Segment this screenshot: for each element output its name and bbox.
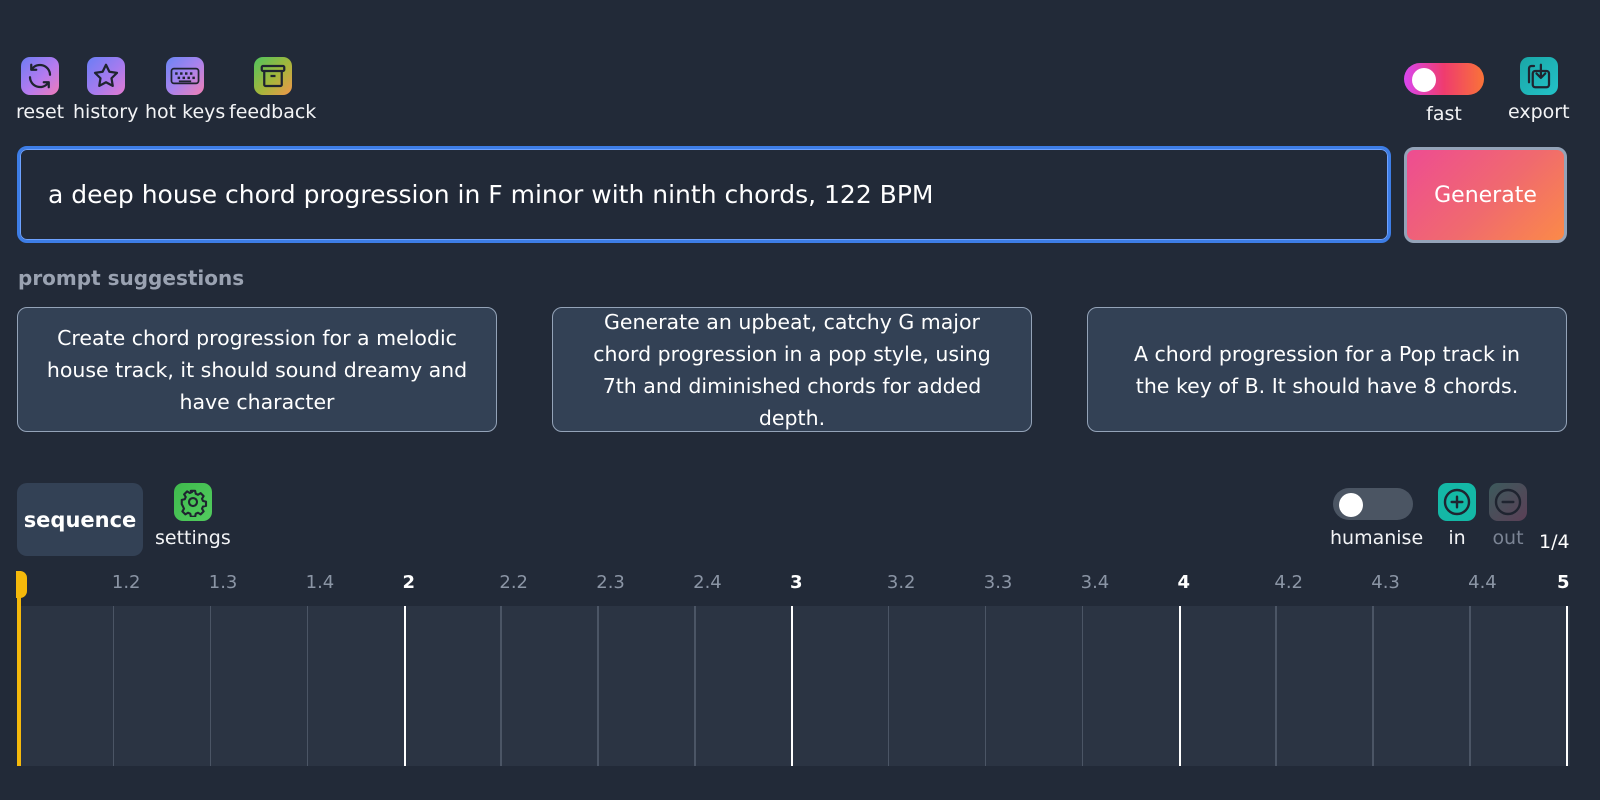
timeline-tick-label: 4.3 xyxy=(1371,572,1400,593)
timeline-tick-label: 2.2 xyxy=(499,572,529,593)
humanise-label: humanise xyxy=(1330,527,1424,549)
timeline-tick-label: 2.3 xyxy=(596,572,625,593)
keyboard-icon xyxy=(166,57,205,95)
feedback-label: feedback xyxy=(229,101,317,123)
grid-line xyxy=(984,606,987,766)
grid-line xyxy=(694,606,696,766)
hotkeys-label: hot keys xyxy=(145,101,226,123)
grid-line xyxy=(791,606,793,766)
timeline-ruler: 1.2 1.3 1.4 2 2.2 2.3 2.4 3 3.2 3.3 3.4 4 4.2 4.3 4.4 5 xyxy=(17,566,1570,606)
zoom-out-label: out xyxy=(1492,527,1524,549)
sequence-grid[interactable] xyxy=(17,606,1570,766)
archive-icon xyxy=(253,57,292,95)
history-button[interactable]: history xyxy=(73,57,138,123)
tab-sequence[interactable]: sequence xyxy=(17,483,143,556)
settings-label: settings xyxy=(155,527,231,549)
star-icon xyxy=(86,57,125,95)
timeline-tick-label: 4 xyxy=(1177,572,1191,593)
grid-line xyxy=(597,606,599,766)
download-icon xyxy=(1519,57,1558,95)
grid-resolution: 1/4 xyxy=(1539,531,1570,553)
timeline-tick-label: 1.2 xyxy=(111,572,141,593)
gear-icon xyxy=(173,483,212,521)
zoom-in-label: in xyxy=(1448,527,1466,549)
timeline-tick-label: 2.4 xyxy=(693,572,722,593)
reset-button[interactable]: reset xyxy=(16,57,64,123)
grid-line xyxy=(1469,606,1471,766)
plus-circle-icon xyxy=(1438,483,1476,521)
timeline-tick-label: 3 xyxy=(790,572,803,593)
settings-button[interactable]: settings xyxy=(155,483,231,549)
grid-line xyxy=(112,606,115,766)
timeline-tick-label: 1.4 xyxy=(305,572,335,593)
timeline-tick-label: 3.3 xyxy=(983,572,1013,593)
fast-toggle[interactable] xyxy=(1404,63,1484,95)
toggle-knob xyxy=(1412,68,1436,92)
reset-label: reset xyxy=(16,101,65,123)
toggle-knob xyxy=(1339,493,1363,517)
export-label: export xyxy=(1508,101,1570,123)
humanise-toggle[interactable] xyxy=(1333,488,1413,520)
hotkeys-button[interactable]: hot keys xyxy=(145,57,225,123)
grid-line xyxy=(1275,606,1277,766)
prompt-field[interactable] xyxy=(17,146,1391,243)
grid-line xyxy=(1566,606,1568,766)
prompt-suggestions-title: prompt suggestions xyxy=(18,266,245,290)
playhead-handle[interactable] xyxy=(16,571,27,598)
grid-line xyxy=(209,606,212,766)
grid-line xyxy=(1178,606,1181,766)
suggestion-card[interactable]: Create chord progression for a melodic h… xyxy=(17,307,497,432)
timeline-tick-label: 3.4 xyxy=(1080,572,1110,593)
refresh-icon xyxy=(21,57,60,95)
fast-toggle-control[interactable]: fast xyxy=(1404,63,1484,125)
grid-line xyxy=(403,606,406,766)
timeline-tick-label: 1.3 xyxy=(208,572,238,593)
timeline-tick-label: 4.4 xyxy=(1468,572,1497,593)
grid-line xyxy=(306,606,309,766)
zoom-in-button[interactable]: in xyxy=(1438,483,1476,549)
grid-line xyxy=(1081,606,1084,766)
timeline-tick-label: 3.2 xyxy=(886,572,916,593)
suggestion-card[interactable]: Generate an upbeat, catchy G major chord… xyxy=(552,307,1032,432)
playhead[interactable] xyxy=(17,571,21,766)
suggestion-card[interactable]: A chord progression for a Pop track in t… xyxy=(1087,307,1567,432)
prompt-input[interactable] xyxy=(48,180,1388,209)
export-button[interactable]: export xyxy=(1508,57,1570,123)
zoom-out-button[interactable]: out xyxy=(1489,483,1527,549)
generate-button[interactable]: Generate xyxy=(1404,147,1567,243)
fast-label: fast xyxy=(1426,103,1462,125)
timeline-tick-label: 2 xyxy=(402,572,416,593)
minus-circle-icon xyxy=(1489,483,1527,521)
grid-line xyxy=(887,606,890,766)
timeline-tick-label: 4.2 xyxy=(1274,572,1304,593)
feedback-button[interactable]: feedback xyxy=(229,57,316,123)
grid-line xyxy=(1372,606,1374,766)
history-label: history xyxy=(73,101,139,123)
timeline-tick-label: 5 xyxy=(1557,572,1570,593)
grid-line xyxy=(500,606,502,766)
